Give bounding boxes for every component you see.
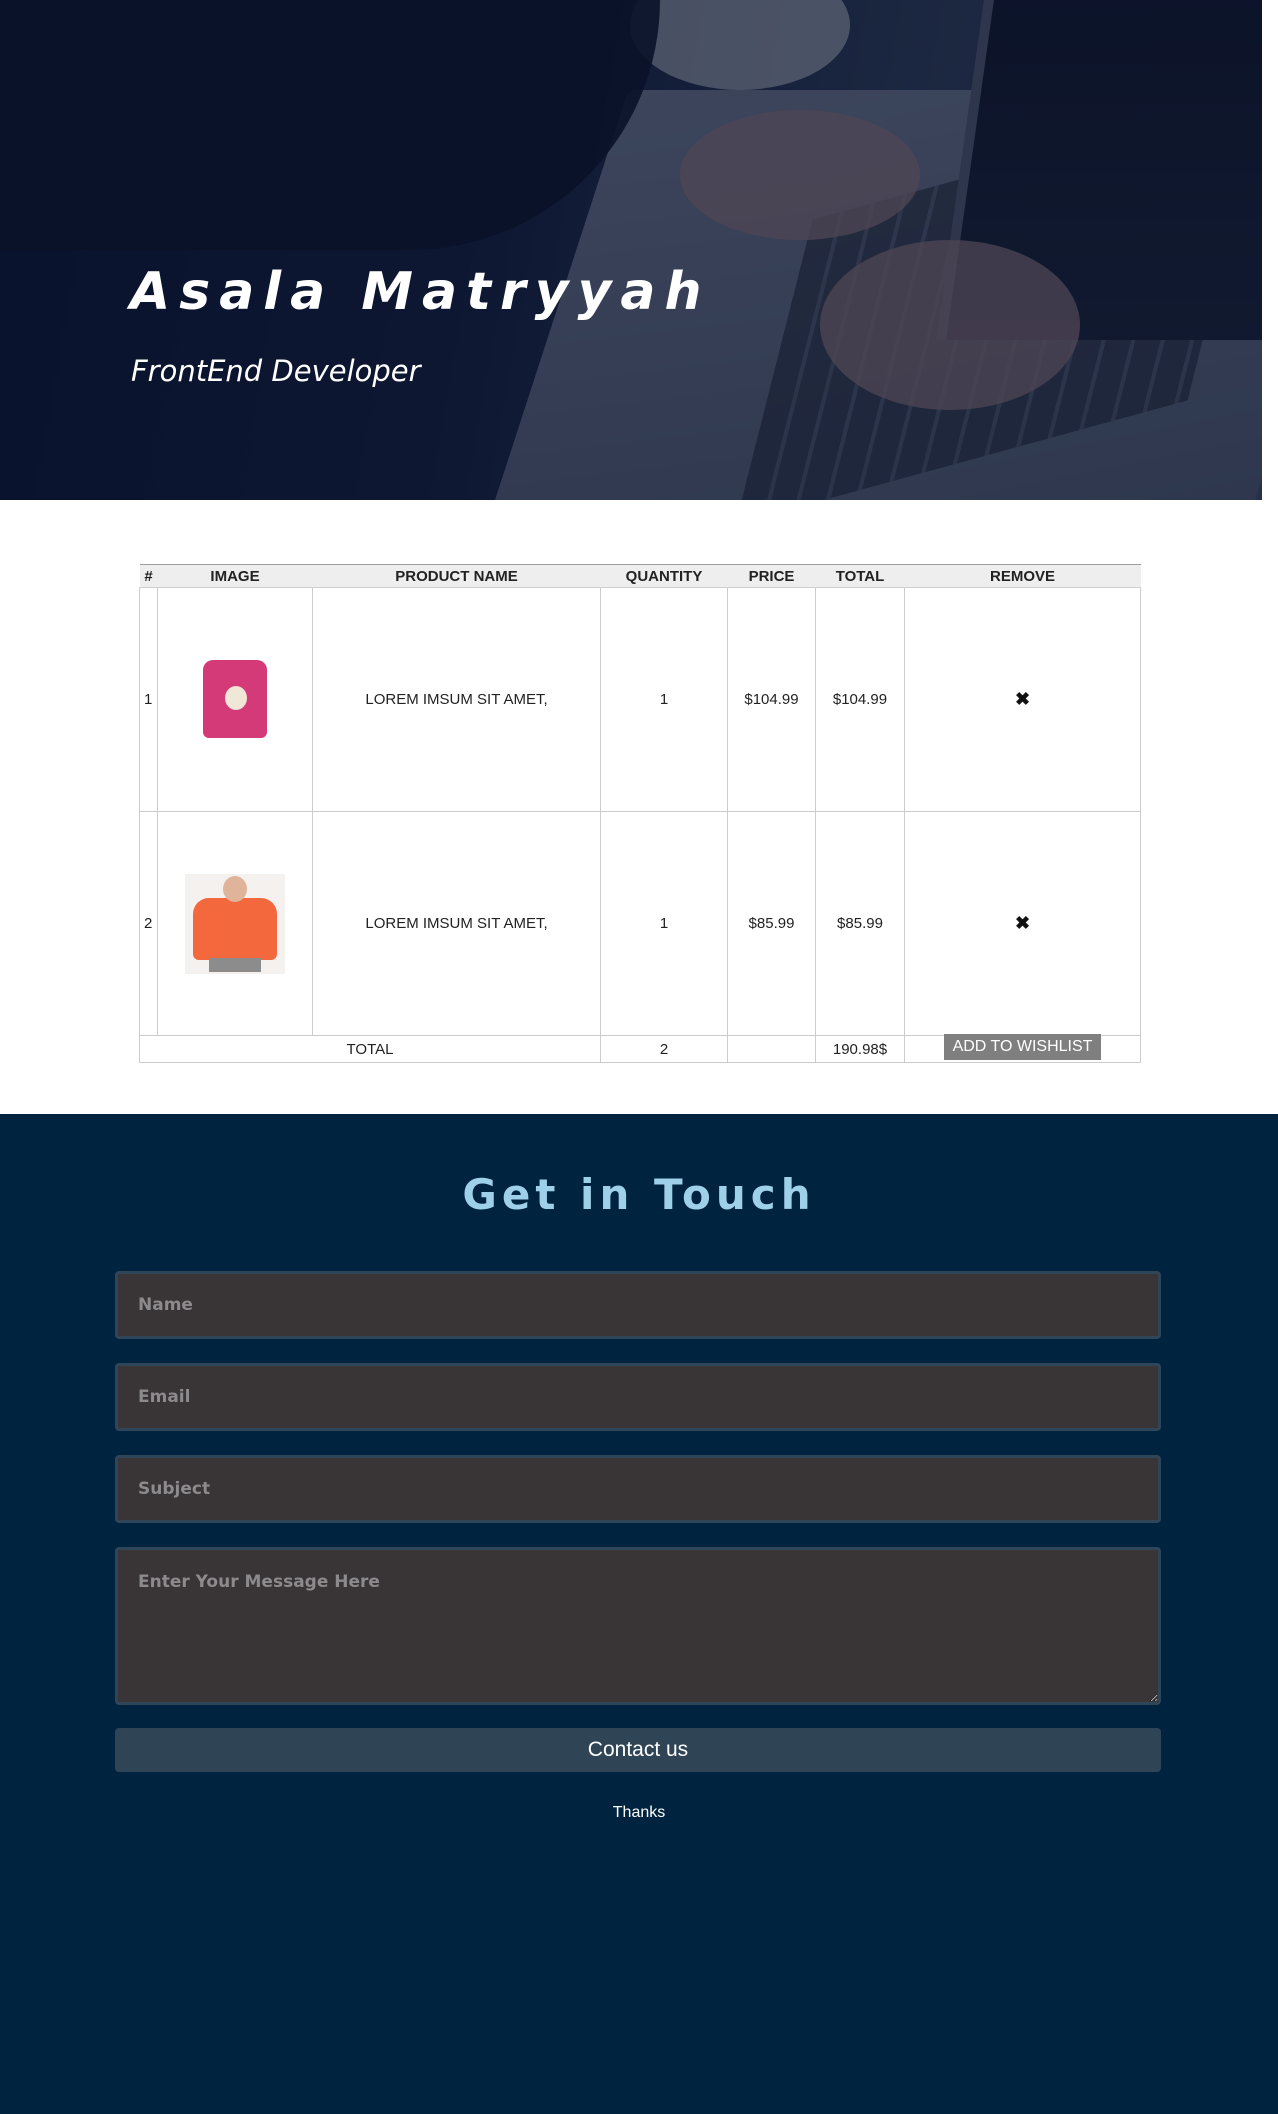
cart-table: # IMAGE PRODUCT NAME QUANTITY PRICE TOTA… [139, 564, 1141, 1063]
header-index: # [139, 564, 158, 588]
row-remove-cell: ✖ [904, 811, 1141, 1036]
total-amount: 190.98$ [815, 1035, 905, 1063]
total-label: TOTAL [139, 1035, 601, 1063]
row-image-cell [157, 587, 313, 812]
table-row: 1 LOREM IMSUM SIT AMET, 1 $104.99 $104.9… [139, 587, 1141, 812]
contact-title: Get in Touch [462, 1170, 816, 1219]
row-product-name: LOREM IMSUM SIT AMET, [312, 587, 601, 812]
hero-name: Asala Matryyah [130, 262, 711, 322]
header-total: TOTAL [815, 564, 905, 588]
email-field[interactable] [115, 1363, 1161, 1431]
row-quantity: 1 [600, 587, 728, 812]
row-price: $85.99 [727, 811, 816, 1036]
header-remove: REMOVE [904, 564, 1141, 588]
row-image-cell [157, 811, 313, 1036]
remove-icon[interactable]: ✖ [1015, 689, 1030, 710]
hero-banner: Asala Matryyah FrontEnd Developer [0, 0, 1262, 500]
row-index: 1 [139, 587, 158, 812]
wishlist-cell: ADD TO WISHLIST [904, 1034, 1141, 1063]
hero-role: FrontEnd Developer [131, 354, 421, 388]
hero-overlay [0, 0, 1262, 500]
row-remove-cell: ✖ [904, 587, 1141, 812]
row-index: 2 [139, 811, 158, 1036]
row-total: $85.99 [815, 811, 905, 1036]
total-quantity: 2 [600, 1035, 728, 1063]
row-price: $104.99 [727, 587, 816, 812]
contact-us-button[interactable]: Contact us [115, 1728, 1161, 1772]
product-image-orange-sweatshirt [185, 873, 285, 974]
orange-sweatshirt-icon [185, 873, 285, 974]
row-quantity: 1 [600, 811, 728, 1036]
cart-total-row: TOTAL 2 190.98$ ADD TO WISHLIST [139, 1034, 1141, 1063]
name-field[interactable] [115, 1271, 1161, 1339]
header-quantity: QUANTITY [600, 564, 728, 588]
message-field[interactable] [115, 1547, 1161, 1705]
remove-icon[interactable]: ✖ [1015, 913, 1030, 934]
subject-field[interactable] [115, 1455, 1161, 1523]
cart-header-row: # IMAGE PRODUCT NAME QUANTITY PRICE TOTA… [139, 564, 1141, 588]
header-price: PRICE [727, 564, 816, 588]
pink-tshirt-icon [203, 659, 267, 738]
header-product-name: PRODUCT NAME [312, 564, 601, 588]
contact-section: Get in Touch Contact us Thanks [0, 1114, 1278, 2114]
table-row: 2 LOREM IMSUM SIT AMET, 1 $85.99 $85.99 … [139, 811, 1141, 1036]
thanks-text: Thanks [612, 1804, 666, 1821]
total-price-empty [727, 1035, 816, 1063]
row-product-name: LOREM IMSUM SIT AMET, [312, 811, 601, 1036]
row-total: $104.99 [815, 587, 905, 812]
add-to-wishlist-button[interactable]: ADD TO WISHLIST [943, 1034, 1102, 1060]
header-image: IMAGE [157, 564, 313, 588]
product-image-pink-tshirt [185, 650, 285, 750]
